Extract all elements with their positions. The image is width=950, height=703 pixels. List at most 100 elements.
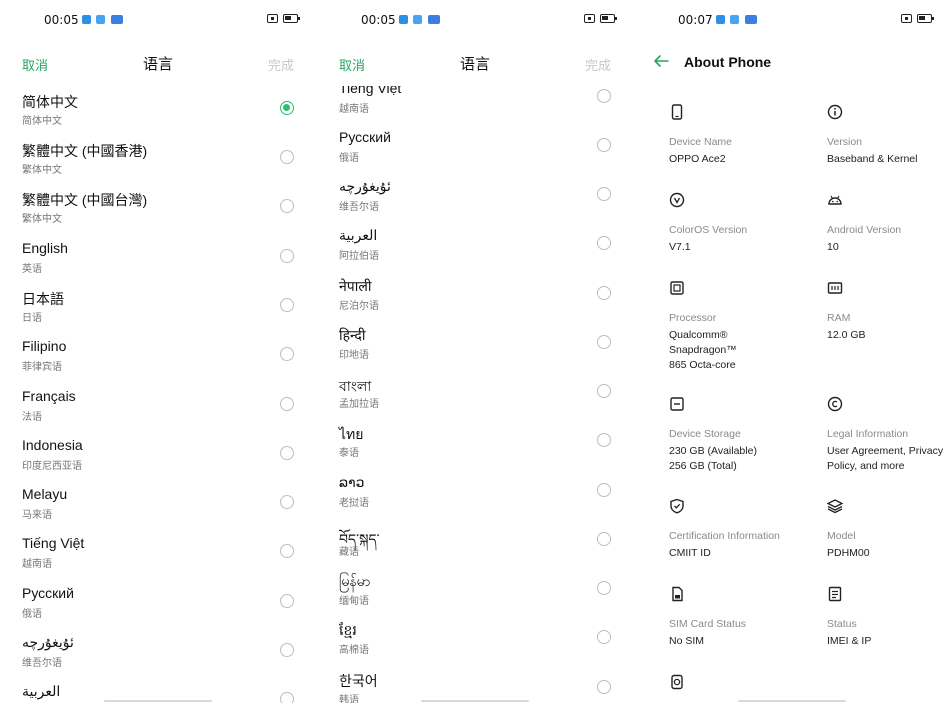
camera-icon [671, 674, 683, 690]
radio-button[interactable] [597, 483, 611, 497]
language-list[interactable]: 简体中文 简体中文 繁體中文 (中國香港) 繁体中文 繁體中文 (中國台灣) 繁体中文… [0, 86, 316, 703]
radio-button[interactable] [597, 680, 611, 694]
language-item[interactable]: नेपाली 尼泊尔语 [317, 271, 633, 320]
info-icon [827, 104, 843, 120]
radio-button[interactable] [597, 581, 611, 595]
radio-button[interactable] [597, 138, 611, 152]
done-button[interactable]: 完成 [585, 55, 611, 74]
language-item[interactable]: বাংলা 孟加拉语 [317, 369, 633, 418]
language-item[interactable]: မြန်မာ 缅甸语 [317, 566, 633, 615]
language-item[interactable]: Melayu 马来语 [0, 480, 316, 529]
language-subtitle: 高棉语 [339, 645, 369, 656]
language-item[interactable]: ไทย 泰语 [317, 418, 633, 467]
coloros-version-item[interactable]: ColorOS Version V7.1 [669, 192, 819, 253]
model-item[interactable]: Model PDHM00 [827, 498, 950, 559]
language-name: English [22, 240, 68, 256]
radio-button[interactable] [280, 446, 294, 460]
item-value: IMEI & IP [827, 635, 872, 647]
done-button[interactable]: 完成 [268, 55, 294, 74]
ram-item[interactable]: RAM 12.0 GB [827, 280, 950, 341]
android-version-item[interactable]: Android Version 10 [827, 192, 950, 253]
language-item[interactable]: ئۇيغۇرچە 维吾尔语 [0, 628, 316, 677]
processor-icon [670, 281, 684, 295]
language-name: 简体中文 [22, 94, 78, 110]
processor-item[interactable]: Processor Qualcomm® Snapdragon™ 865 Octa… [669, 280, 819, 371]
item-value: Baseband & Kernel [827, 153, 918, 165]
radio-button[interactable] [280, 347, 294, 361]
item-value: Qualcomm® Snapdragon™ 865 Octa-core [669, 329, 737, 371]
screen-record-icon [267, 14, 278, 23]
notification-icon [399, 15, 408, 24]
language-name: Indonesia [22, 437, 83, 453]
notification-icon [96, 15, 105, 24]
language-subtitle: 维吾尔语 [22, 658, 62, 669]
language-item[interactable]: Français 法语 [0, 382, 316, 431]
document-icon [828, 586, 842, 602]
radio-button[interactable] [597, 286, 611, 300]
radio-button[interactable] [280, 594, 294, 608]
language-item[interactable]: العربية 阿拉伯语 [317, 221, 633, 270]
item-label: Device Storage [669, 428, 741, 440]
language-subtitle: 马来语 [22, 510, 52, 521]
device-storage-item[interactable]: Device Storage 230 GB (Available) 256 GB… [669, 396, 819, 472]
radio-button[interactable] [280, 298, 294, 312]
certification-item[interactable]: Certification Information CMIIT ID [669, 498, 819, 559]
language-name: 日本語 [22, 291, 64, 307]
language-item[interactable]: ລາວ 老挝语 [317, 468, 633, 517]
language-item[interactable]: English 英语 [0, 234, 316, 283]
back-arrow-icon[interactable] [653, 53, 669, 69]
radio-button[interactable] [597, 187, 611, 201]
radio-button[interactable] [280, 397, 294, 411]
radio-button[interactable] [597, 89, 611, 103]
language-item[interactable]: ئۇيغۇرچە 维吾尔语 [317, 172, 633, 221]
language-item[interactable]: हिन्दी 印地语 [317, 320, 633, 369]
status-item[interactable]: Status IMEI & IP [827, 586, 950, 647]
radio-button[interactable] [280, 643, 294, 657]
language-name: Français [22, 388, 76, 404]
radio-button[interactable] [597, 630, 611, 644]
language-item[interactable]: Русский 俄语 [317, 123, 633, 172]
radio-button[interactable] [597, 236, 611, 250]
radio-button[interactable] [280, 150, 294, 164]
language-name: ខ្មែរ [339, 622, 357, 638]
version-item[interactable]: Version Baseband & Kernel [827, 104, 950, 165]
language-item[interactable]: 한국어 韩语 [317, 665, 633, 703]
language-item[interactable]: 日本語 日语 [0, 283, 316, 332]
screen-record-icon [584, 14, 595, 23]
language-item[interactable]: Filipino 菲律宾语 [0, 332, 316, 381]
radio-button[interactable] [280, 544, 294, 558]
radio-button[interactable] [280, 692, 294, 703]
language-item[interactable]: 繁體中文 (中國香港) 繁体中文 [0, 135, 316, 184]
language-list[interactable]: Tiếng Việt 越南语 Русский 俄语 ئۇيغۇرچە 维吾尔语 الع… [317, 86, 633, 703]
device-name-item[interactable]: Device Name OPPO Ace2 [669, 104, 819, 165]
language-subtitle: 维吾尔语 [339, 202, 379, 213]
language-item[interactable]: ខ្មែរ 高棉语 [317, 615, 633, 664]
radio-button[interactable] [280, 199, 294, 213]
item-label: Status [827, 618, 857, 630]
language-item[interactable]: Русский 俄语 [0, 579, 316, 628]
sim-status-item[interactable]: SIM Card Status No SIM [669, 586, 819, 647]
radio-button[interactable] [597, 335, 611, 349]
language-subtitle: 越南语 [22, 559, 52, 570]
language-item[interactable]: བོད་སྐད་ 藏语 [317, 517, 633, 566]
battery-icon [917, 14, 934, 23]
language-item[interactable]: Indonesia 印度尼西亚语 [0, 431, 316, 480]
language-item[interactable]: 繁體中文 (中國台灣) 繁体中文 [0, 184, 316, 233]
radio-button[interactable] [280, 249, 294, 263]
language-item[interactable]: Tiếng Việt 越南语 [0, 529, 316, 578]
language-item[interactable]: Tiếng Việt 越南语 [317, 86, 633, 123]
language-name: 한국어 [339, 673, 378, 689]
language-item[interactable]: 简体中文 简体中文 [0, 86, 316, 135]
radio-button[interactable] [597, 532, 611, 546]
radio-button[interactable] [597, 384, 611, 398]
language-name: ئۇيغۇرچە [22, 634, 74, 650]
radio-selected[interactable] [280, 101, 294, 115]
radio-button[interactable] [280, 495, 294, 509]
radio-button[interactable] [597, 433, 611, 447]
notification-icon [730, 15, 739, 24]
legal-information-item[interactable]: Legal Information User Agreement, Privac… [827, 396, 950, 472]
language-name: ລາວ [339, 474, 365, 490]
camera-item[interactable] [669, 674, 819, 690]
language-name: Filipino [22, 338, 67, 354]
status-bar: 00:05 [0, 8, 316, 32]
